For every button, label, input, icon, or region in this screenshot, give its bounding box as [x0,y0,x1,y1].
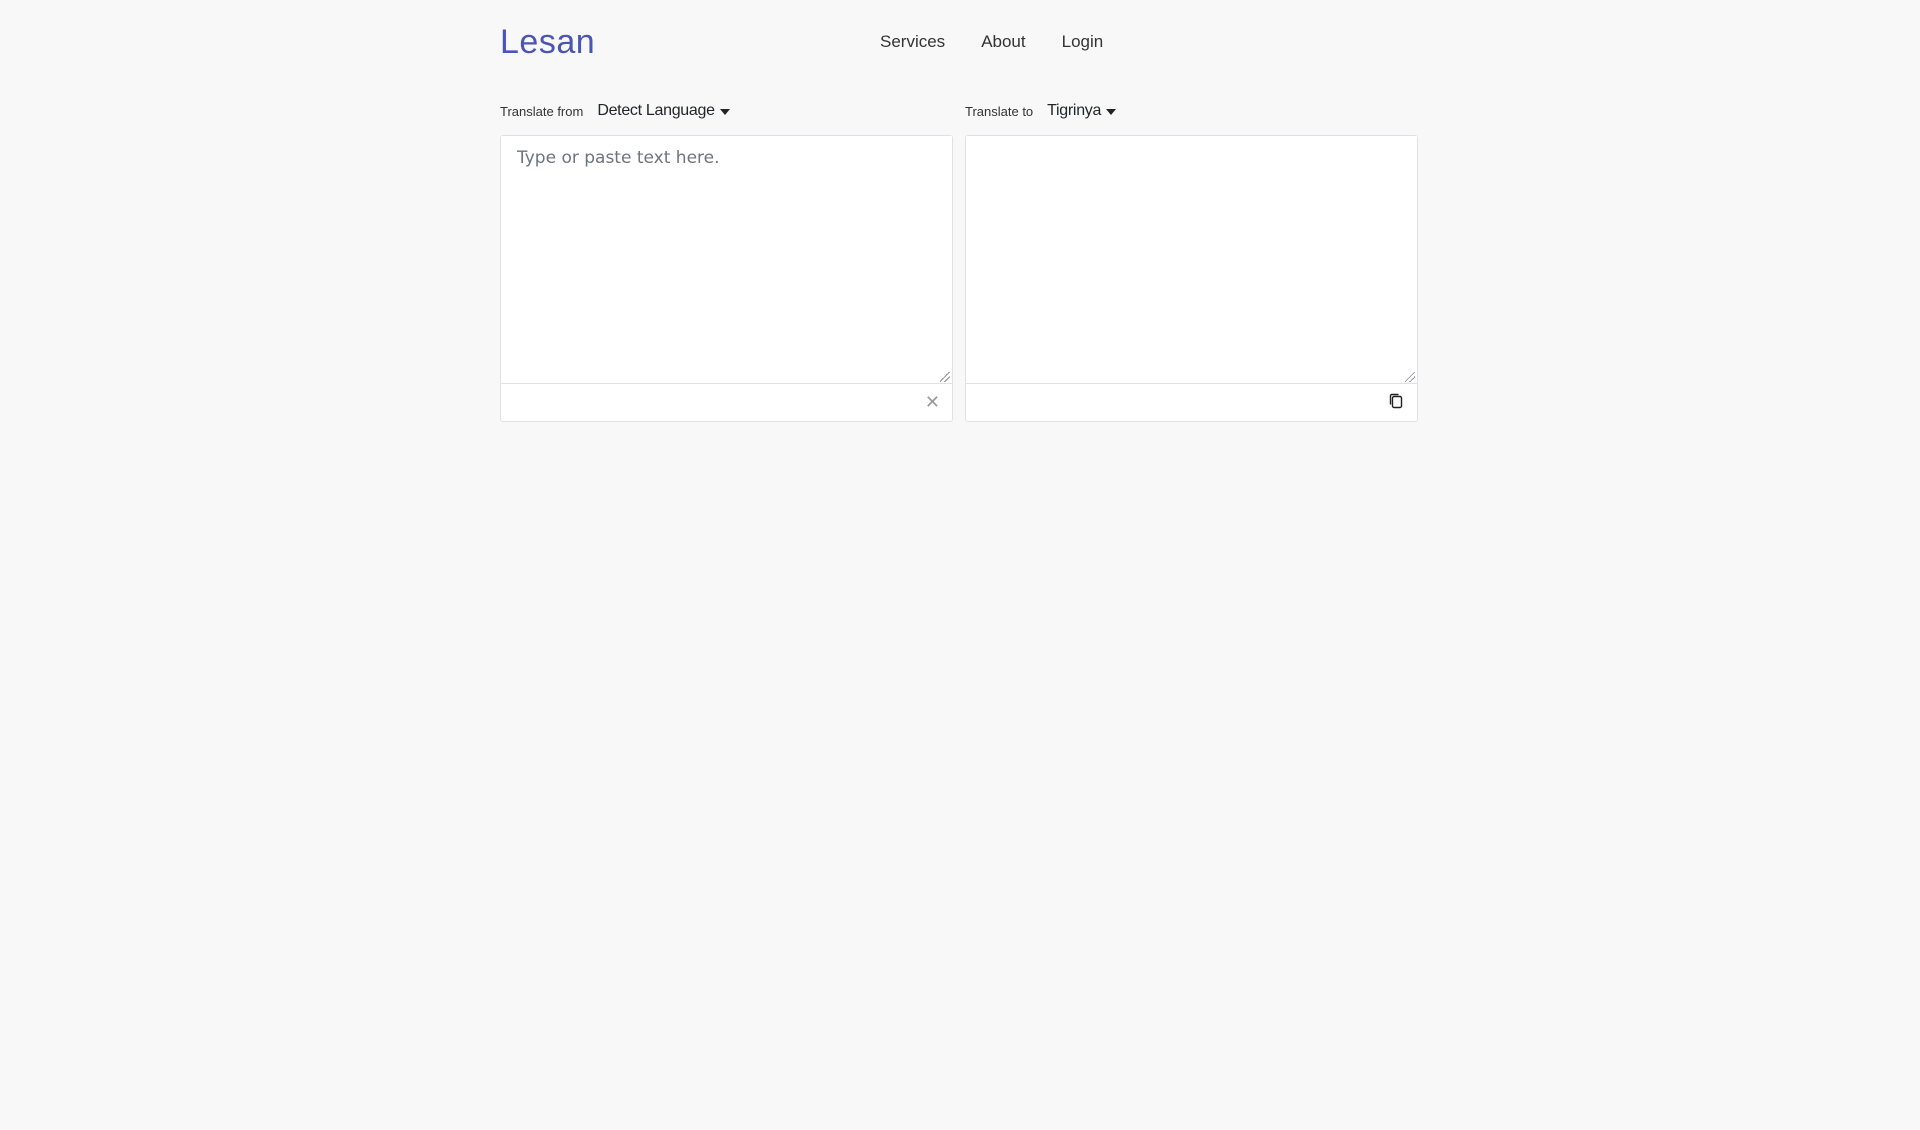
nav-login-link[interactable]: Login [1062,32,1104,52]
clear-button[interactable]: ✕ [925,392,940,412]
page: Lesan Services About Login Translate fro… [0,0,1920,1130]
source-panel: ✕ [500,135,953,422]
source-language-value: Detect Language [597,102,715,119]
nav-about-link[interactable]: About [981,32,1025,52]
source-language-dropdown[interactable]: Detect Language [597,102,730,120]
target-language-row: Translate to Tigrinya [965,96,1117,126]
source-text-input[interactable] [501,136,952,384]
caret-down-icon [1106,109,1117,115]
source-language-row: Translate from Detect Language [500,96,730,126]
target-panel [965,135,1418,422]
resize-handle[interactable] [1405,372,1415,382]
target-language-value: Tigrinya [1047,102,1102,119]
caret-down-icon [719,109,730,115]
target-panel-footer [966,384,1417,421]
target-text-output[interactable] [966,136,1417,384]
brand-logo[interactable]: Lesan [500,20,595,64]
translate-from-label: Translate from [500,103,584,119]
main-nav: Services About Login [880,20,1103,64]
resize-handle[interactable] [940,372,950,382]
nav-services-link[interactable]: Services [880,32,945,52]
site-header: Lesan Services About Login [500,20,1420,64]
target-language-dropdown[interactable]: Tigrinya [1047,102,1117,120]
copy-icon [1389,393,1403,409]
translate-to-label: Translate to [965,103,1034,119]
copy-button[interactable] [1387,393,1405,411]
close-icon: ✕ [924,392,940,412]
source-panel-footer: ✕ [501,384,952,421]
